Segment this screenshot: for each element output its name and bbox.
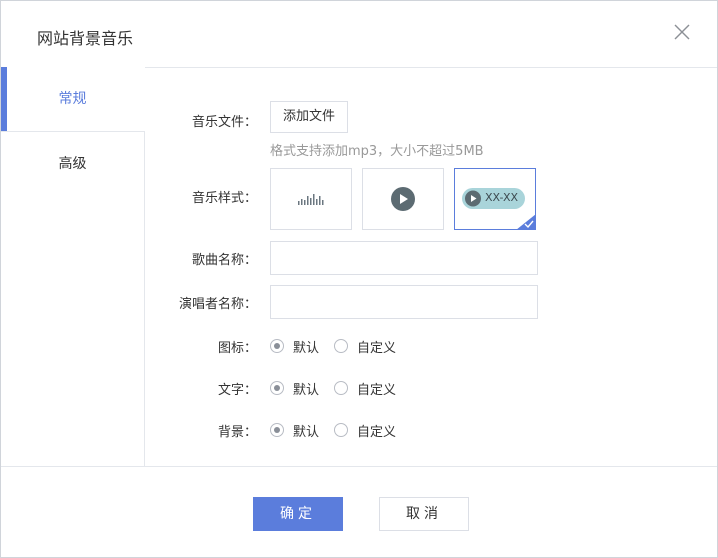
add-file-button[interactable]: 添加文件 bbox=[270, 101, 348, 133]
text-custom-label: 自定义 bbox=[357, 383, 397, 398]
close-icon[interactable] bbox=[671, 21, 693, 43]
sidebar-item-general[interactable]: 常规 bbox=[1, 67, 145, 131]
sidebar-item-label: 高级 bbox=[58, 156, 87, 172]
icon-custom-label: 自定义 bbox=[357, 341, 397, 356]
icon-default-label: 默认 bbox=[293, 341, 320, 356]
singer-name-input[interactable] bbox=[270, 285, 538, 319]
music-file-label: 音乐文件： bbox=[191, 115, 257, 130]
icon-default-radio[interactable] bbox=[270, 339, 284, 353]
dialog-title: 网站背景音乐 bbox=[37, 29, 134, 48]
confirm-button[interactable]: 确定 bbox=[253, 497, 343, 531]
background-default-label: 默认 bbox=[293, 425, 320, 440]
icon-setting-label: 图标： bbox=[217, 341, 257, 356]
cancel-button[interactable]: 取消 bbox=[379, 497, 469, 531]
background-custom-label: 自定义 bbox=[357, 425, 397, 440]
music-style-option-play-pill[interactable]: XX-XX bbox=[454, 168, 536, 230]
music-style-option-play-circle[interactable] bbox=[362, 168, 444, 230]
file-format-hint: 格式支持添加mp3，大小不超过5MB bbox=[270, 144, 484, 159]
background-setting-label: 背景： bbox=[217, 425, 257, 440]
background-custom-radio[interactable] bbox=[334, 423, 348, 437]
selected-check-icon bbox=[516, 214, 536, 230]
background-music-dialog: 网站背景音乐 常规 高级 音乐文件： 添加文件 格式支持添加mp3，大小不超过5… bbox=[0, 0, 718, 558]
background-default-radio[interactable] bbox=[270, 423, 284, 437]
icon-custom-radio[interactable] bbox=[334, 339, 348, 353]
dialog-header: 网站背景音乐 bbox=[1, 1, 717, 68]
text-default-label: 默认 bbox=[293, 383, 320, 398]
sidebar-item-advanced[interactable]: 高级 bbox=[1, 131, 144, 196]
play-circle-icon bbox=[391, 187, 415, 211]
waveform-icon bbox=[298, 194, 324, 205]
dialog-footer: 确定 取消 bbox=[1, 466, 717, 557]
settings-sidebar: 常规 高级 bbox=[1, 67, 145, 466]
text-default-radio[interactable] bbox=[270, 381, 284, 395]
song-name-input[interactable] bbox=[270, 241, 538, 275]
music-style-option-waveform[interactable] bbox=[270, 168, 352, 230]
song-name-label: 歌曲名称： bbox=[191, 253, 257, 268]
music-style-label: 音乐样式： bbox=[191, 191, 257, 206]
text-custom-radio[interactable] bbox=[334, 381, 348, 395]
play-pill-text: XX-XX bbox=[485, 191, 519, 204]
settings-form: 音乐文件： 添加文件 格式支持添加mp3，大小不超过5MB 音乐样式： XX-X… bbox=[145, 67, 717, 466]
sidebar-item-label: 常规 bbox=[58, 91, 87, 107]
singer-name-label: 演唱者名称： bbox=[178, 297, 257, 312]
text-setting-label: 文字： bbox=[217, 383, 257, 398]
